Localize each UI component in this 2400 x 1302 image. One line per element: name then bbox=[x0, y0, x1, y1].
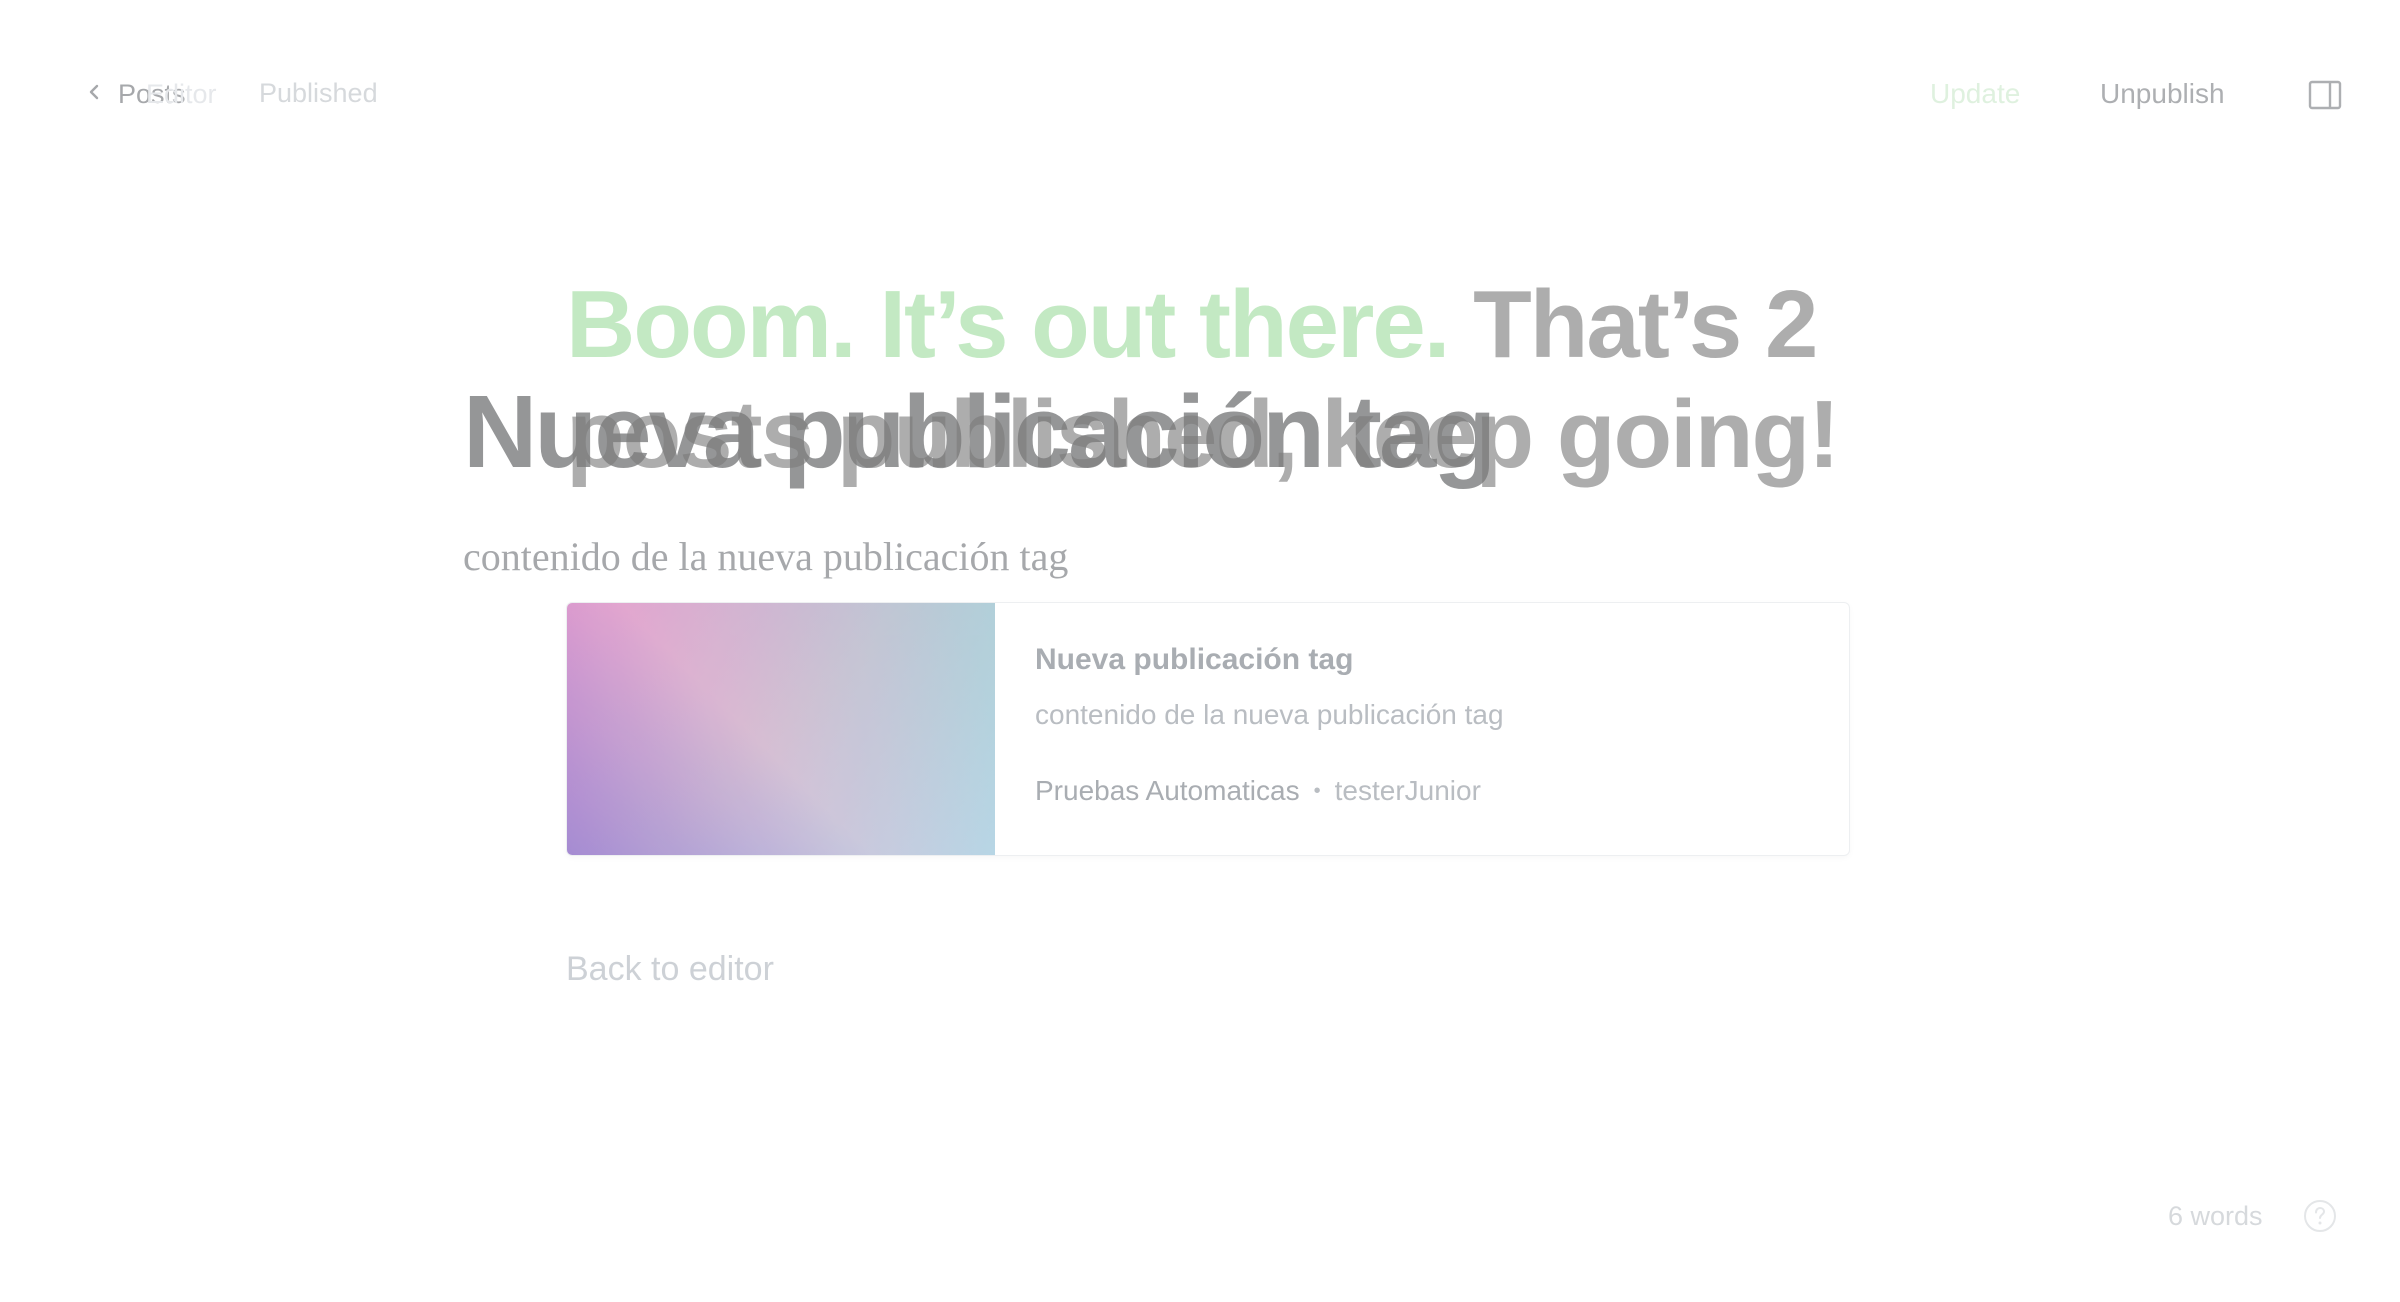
word-count: 6 words bbox=[2168, 1201, 2263, 1231]
editor-screen: Editor Posts Published Update Unpublish … bbox=[0, 0, 2400, 1302]
publish-headline: Boom. It’s out there. That’s 2 posts pub… bbox=[566, 270, 1866, 490]
publish-success-overlay: Boom. It’s out there. That’s 2 posts pub… bbox=[0, 0, 2400, 1302]
bookmark-thumbnail bbox=[567, 603, 995, 855]
update-button[interactable]: Update bbox=[1930, 78, 2020, 110]
chevron-left-icon bbox=[84, 82, 104, 107]
post-status: Published bbox=[259, 78, 378, 108]
post-bookmark-card[interactable]: Nueva publicación tag contenido de la nu… bbox=[566, 602, 1850, 856]
back-label-wrap: Editor Posts bbox=[118, 79, 217, 110]
back-to-posts-link[interactable]: Editor Posts bbox=[84, 74, 217, 114]
bookmark-separator: • bbox=[1313, 779, 1321, 802]
bookmark-author: testerJunior bbox=[1334, 775, 1481, 806]
sidebar-panel-icon[interactable] bbox=[2308, 78, 2342, 112]
bookmark-excerpt: contenido de la nueva publicación tag bbox=[1035, 699, 1504, 730]
bookmark-meta: Pruebas Automaticas • testerJunior bbox=[1035, 775, 1504, 807]
help-circle-icon[interactable] bbox=[2302, 1198, 2338, 1234]
bookmark-content: Nueva publicación tag contenido de la nu… bbox=[995, 603, 1544, 855]
headline-accent: Boom. It’s out there. bbox=[566, 271, 1450, 378]
unpublish-button[interactable]: Unpublish bbox=[2100, 78, 2225, 110]
back-to-editor-button[interactable]: Back to editor bbox=[566, 950, 774, 989]
editor-header: Editor Posts Published Update Unpublish bbox=[0, 0, 2400, 190]
back-ghost-label: Editor bbox=[146, 78, 217, 109]
bookmark-site: Pruebas Automaticas bbox=[1035, 775, 1300, 806]
bookmark-title: Nueva publicación tag bbox=[1035, 643, 1354, 676]
post-body[interactable]: contenido de la nueva publicación tag bbox=[463, 533, 1068, 580]
